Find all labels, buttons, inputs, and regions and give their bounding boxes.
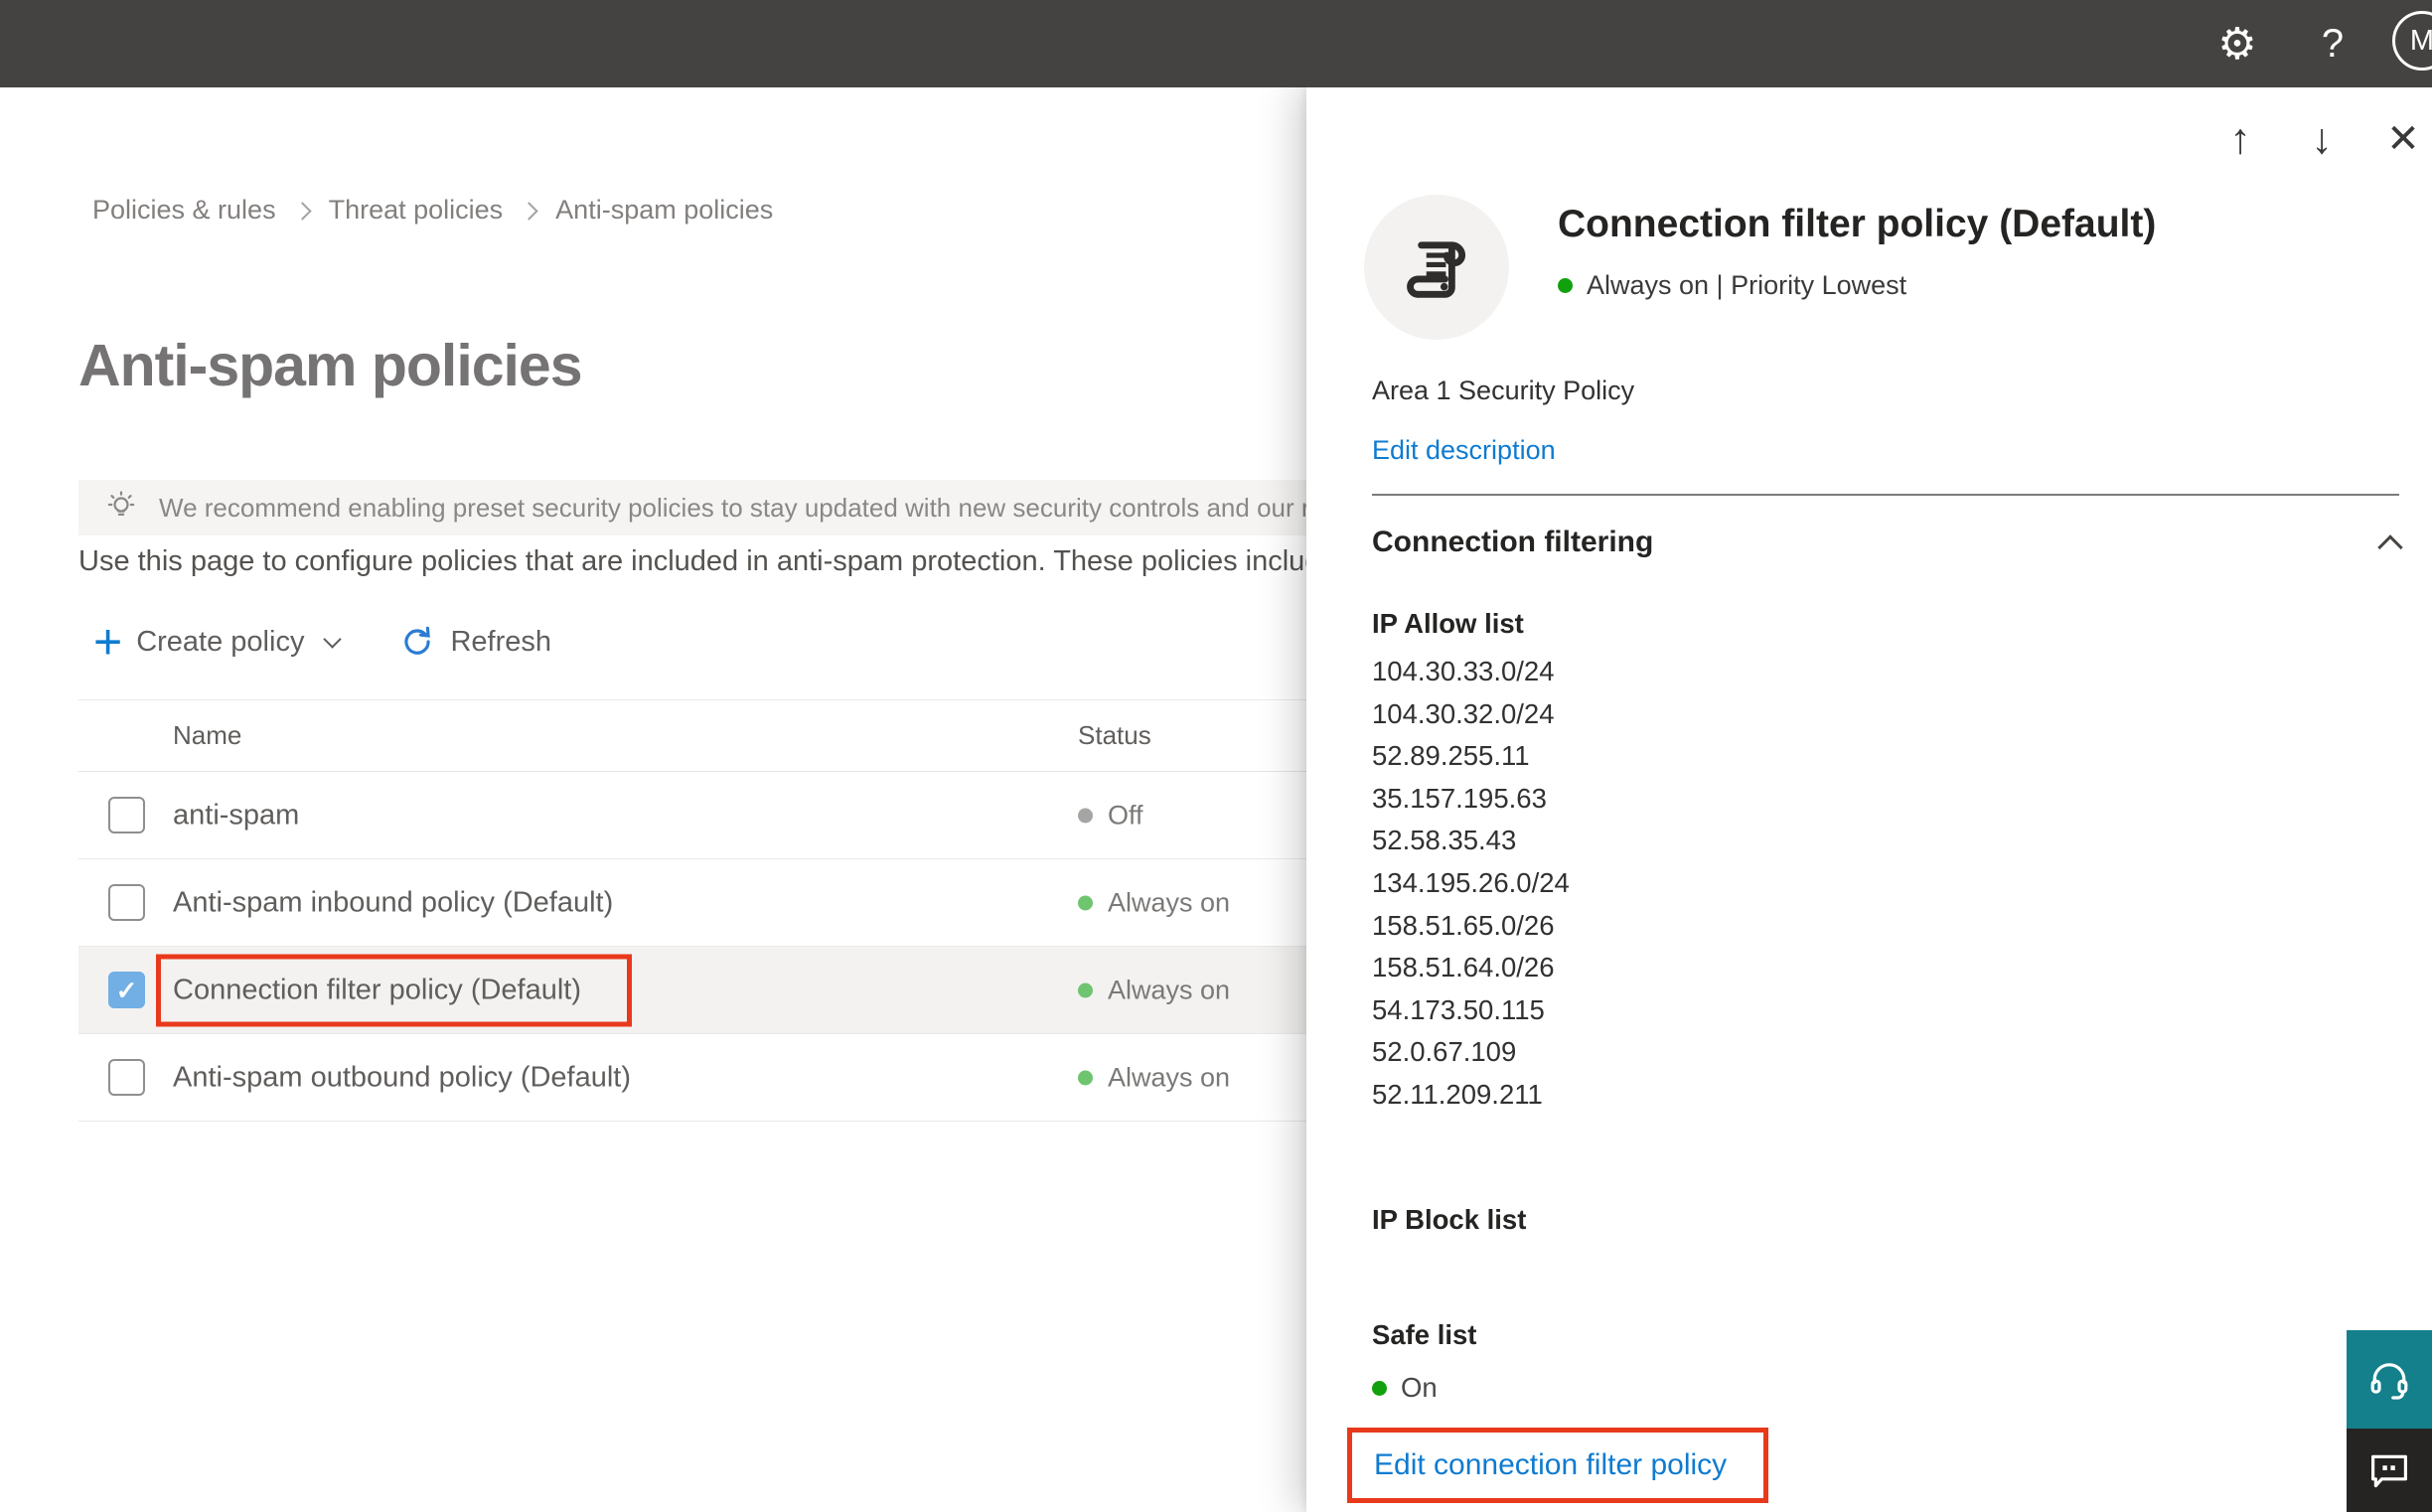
table-row[interactable]: Anti-spam outbound policy (Default) Alway… bbox=[78, 1034, 1306, 1122]
ip-allow-item: 104.30.33.0/24 bbox=[1372, 656, 1555, 686]
connection-filtering-section-header[interactable]: Connection filtering bbox=[1372, 521, 2403, 564]
status-label: Always on bbox=[1108, 1062, 1231, 1092]
details-flyout: ↑ ↓ ✕ Connection filter policy (Default)… bbox=[1306, 87, 2432, 1512]
page-description: Use this page to configure policies that… bbox=[78, 545, 1306, 577]
column-header-name[interactable]: Name bbox=[173, 700, 241, 771]
row-checkbox[interactable] bbox=[108, 1059, 145, 1096]
status-label: Always on bbox=[1108, 975, 1231, 1004]
chevron-down-icon bbox=[323, 629, 343, 649]
policy-table: Name Status anti-spam Off Anti-spam inboun… bbox=[78, 699, 1306, 1122]
ip-allow-item: 134.195.26.0/24 bbox=[1372, 866, 1570, 898]
status-cell: Off bbox=[1078, 800, 1143, 831]
status-cell: Always on bbox=[1078, 975, 1230, 1005]
policy-name: anti-spam bbox=[173, 799, 300, 831]
ip-allow-list: 104.30.33.0/24 104.30.32.0/24 52.89.255.11… bbox=[1372, 651, 1570, 1117]
column-header-status[interactable]: Status bbox=[1078, 700, 1151, 771]
edit-connection-filter-policy-link[interactable]: Edit connection filter policy bbox=[1374, 1448, 1727, 1482]
support-button[interactable] bbox=[2347, 1330, 2432, 1429]
refresh-icon bbox=[398, 623, 436, 661]
check-icon: ✓ bbox=[115, 975, 138, 1005]
refresh-button[interactable]: Refresh bbox=[398, 623, 551, 661]
status-cell: Always on bbox=[1078, 887, 1230, 918]
row-checkbox[interactable]: ✓ bbox=[108, 972, 145, 1008]
status-dot-icon bbox=[1078, 895, 1093, 910]
policy-description: Area 1 Security Policy bbox=[1372, 376, 1635, 405]
breadcrumb-item[interactable]: Anti-spam policies bbox=[555, 195, 773, 226]
breadcrumb-item[interactable]: Policies & rules bbox=[92, 195, 276, 226]
account-avatar[interactable]: M bbox=[2392, 11, 2432, 71]
ip-allow-item: 54.173.50.115 bbox=[1372, 993, 1545, 1025]
breadcrumb: Policies & rules Threat policies Anti-spam… bbox=[92, 195, 773, 226]
plus-icon: + bbox=[93, 614, 123, 670]
breadcrumb-separator-icon bbox=[292, 202, 312, 221]
section-title: Connection filtering bbox=[1372, 526, 1654, 558]
previous-item-arrow-icon[interactable]: ↑ bbox=[2214, 109, 2266, 169]
row-checkbox[interactable] bbox=[108, 797, 145, 833]
ip-allow-item: 52.89.255.11 bbox=[1372, 740, 1530, 772]
create-policy-label: Create policy bbox=[136, 625, 305, 658]
settings-gear-icon[interactable]: ⚙ bbox=[2207, 0, 2267, 87]
status-dot-icon bbox=[1372, 1380, 1387, 1396]
flyout-title: Connection filter policy (Default) bbox=[1558, 203, 2157, 245]
next-item-arrow-icon[interactable]: ↓ bbox=[2296, 109, 2348, 169]
lightbulb-icon bbox=[103, 490, 139, 526]
scroll-policy-icon bbox=[1396, 227, 1477, 308]
ip-allow-item: 158.51.64.0/26 bbox=[1372, 952, 1555, 983]
policy-avatar bbox=[1364, 195, 1509, 340]
table-header: Name Status bbox=[78, 699, 1306, 772]
policy-name: Anti-spam inbound policy (Default) bbox=[173, 886, 614, 918]
safe-list-label: Safe list bbox=[1372, 1319, 1477, 1350]
ip-allow-item: 52.0.67.109 bbox=[1372, 1036, 1517, 1068]
table-row[interactable]: ✓ Connection filter policy (Default) Alway… bbox=[78, 947, 1306, 1034]
table-row[interactable]: anti-spam Off bbox=[78, 772, 1306, 859]
flyout-status: Always on | Priority Lowest bbox=[1558, 270, 1906, 301]
ip-allow-list-label: IP Allow list bbox=[1372, 608, 1524, 639]
top-bar: ⚙ ? M bbox=[0, 0, 2432, 87]
safe-list-value: On bbox=[1401, 1372, 1438, 1403]
ip-allow-item: 52.11.209.211 bbox=[1372, 1078, 1543, 1110]
edit-description-link[interactable]: Edit description bbox=[1372, 435, 1556, 466]
banner-text: We recommend enabling preset security po… bbox=[159, 492, 1306, 523]
chevron-up-icon bbox=[2377, 534, 2403, 560]
status-dot-icon bbox=[1558, 278, 1573, 293]
close-icon[interactable]: ✕ bbox=[2377, 109, 2429, 169]
edit-link-annotation-box: Edit connection filter policy bbox=[1347, 1428, 1768, 1503]
create-policy-button[interactable]: + Create policy bbox=[93, 614, 343, 670]
help-icon[interactable]: ? bbox=[2305, 0, 2360, 87]
ip-allow-item: 158.51.65.0/26 bbox=[1372, 909, 1555, 941]
policy-name: Connection filter policy (Default) bbox=[156, 954, 633, 1026]
table-row[interactable]: Anti-spam inbound policy (Default) Always… bbox=[78, 859, 1306, 947]
safe-list-status: On bbox=[1372, 1372, 1438, 1404]
breadcrumb-separator-icon bbox=[520, 202, 538, 221]
ip-block-list-label: IP Block list bbox=[1372, 1204, 1527, 1235]
app-window: ⚙ ? M Policies & rules Threat policies Ant… bbox=[0, 0, 2432, 1512]
policy-table-body: anti-spam Off Anti-spam inbound policy (De… bbox=[78, 772, 1306, 1122]
divider bbox=[1372, 494, 2399, 496]
row-checkbox[interactable] bbox=[108, 884, 145, 921]
refresh-label: Refresh bbox=[450, 625, 551, 658]
ip-allow-item: 35.157.195.63 bbox=[1372, 782, 1547, 814]
page-title: Anti-spam policies bbox=[78, 333, 583, 398]
headset-icon bbox=[2365, 1356, 2413, 1404]
status-dot-icon bbox=[1078, 808, 1093, 823]
breadcrumb-item[interactable]: Threat policies bbox=[329, 195, 504, 226]
status-dot-icon bbox=[1078, 1070, 1093, 1085]
ip-allow-item: 52.58.35.43 bbox=[1372, 825, 1517, 856]
flyout-status-text: Always on | Priority Lowest bbox=[1587, 270, 1907, 300]
recommendation-banner: We recommend enabling preset security po… bbox=[78, 480, 1306, 535]
feedback-chat-icon bbox=[2365, 1446, 2413, 1494]
status-dot-icon bbox=[1078, 983, 1093, 997]
ip-allow-item: 104.30.32.0/24 bbox=[1372, 697, 1555, 729]
status-label: Off bbox=[1108, 800, 1143, 830]
status-label: Always on bbox=[1108, 887, 1231, 917]
toolbar: + Create policy Refresh bbox=[93, 614, 551, 670]
feedback-button[interactable] bbox=[2347, 1429, 2432, 1512]
status-cell: Always on bbox=[1078, 1062, 1230, 1093]
policy-name: Anti-spam outbound policy (Default) bbox=[173, 1061, 632, 1093]
